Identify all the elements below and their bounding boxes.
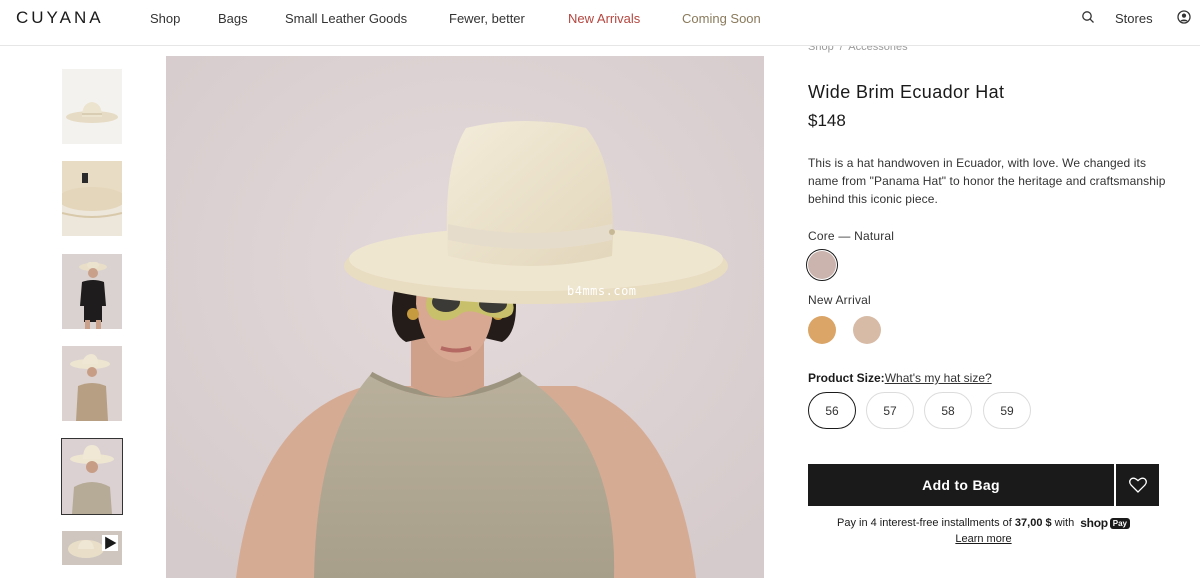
nav-fewer-better[interactable]: Fewer, better bbox=[449, 11, 525, 26]
model-side-view-image bbox=[62, 346, 122, 421]
size-label-text: Product Size: bbox=[808, 371, 885, 385]
size-option-58[interactable]: 58 bbox=[924, 392, 972, 429]
thumbnail-5[interactable] bbox=[61, 438, 123, 515]
shop-pay-brand: shop bbox=[1080, 516, 1108, 530]
product-description: This is a hat handwoven in Ecuador, with… bbox=[808, 156, 1166, 206]
model-wearing-hat-image bbox=[166, 56, 764, 578]
main-product-image: b4mms.com bbox=[166, 56, 764, 578]
swatch-new-arrival-1[interactable] bbox=[808, 316, 836, 344]
product-size-label: Product Size:What's my hat size? bbox=[808, 371, 992, 385]
model-black-outfit-image bbox=[62, 254, 122, 329]
thumbnail-3[interactable] bbox=[62, 254, 122, 329]
shop-pay-logo: shop Pay bbox=[1080, 516, 1130, 530]
nav-bags[interactable]: Bags bbox=[218, 11, 248, 26]
nav-new-arrivals[interactable]: New Arrivals bbox=[568, 11, 640, 26]
wishlist-button[interactable] bbox=[1116, 464, 1159, 506]
account-icon[interactable] bbox=[1177, 10, 1191, 24]
size-option-59[interactable]: 59 bbox=[983, 392, 1031, 429]
stores-link[interactable]: Stores bbox=[1115, 11, 1153, 26]
product-price: $148 bbox=[808, 111, 846, 130]
thumbnail-video[interactable] bbox=[62, 531, 122, 565]
nav-coming-soon[interactable]: Coming Soon bbox=[682, 11, 761, 26]
installment-info: Pay in 4 interest-free installments of 3… bbox=[808, 516, 1159, 530]
site-header: CUYANA Shop Bags Small Leather Goods Few… bbox=[0, 0, 1200, 46]
installment-prefix: Pay in 4 interest-free installments of bbox=[836, 516, 1012, 529]
installment-amount: 37,00 $ bbox=[1014, 516, 1052, 529]
core-color-label: Core — Natural bbox=[808, 229, 895, 243]
hat-flat-image bbox=[62, 69, 122, 144]
add-to-bag-button[interactable]: Add to Bag bbox=[808, 464, 1114, 506]
swatch-new-arrival-2[interactable] bbox=[853, 316, 881, 344]
watermark-text: b4mms.com bbox=[567, 284, 637, 298]
nav-small-leather-goods[interactable]: Small Leather Goods bbox=[285, 11, 407, 26]
brand-logo[interactable]: CUYANA bbox=[16, 8, 104, 28]
heart-icon bbox=[1128, 477, 1147, 493]
size-option-57[interactable]: 57 bbox=[866, 392, 914, 429]
installment-with: with bbox=[1054, 516, 1075, 529]
thumbnail-1[interactable] bbox=[62, 69, 122, 144]
hat-top-image bbox=[62, 161, 122, 236]
search-icon[interactable] bbox=[1081, 10, 1095, 24]
nav-shop[interactable]: Shop bbox=[150, 11, 180, 26]
play-icon[interactable] bbox=[102, 535, 118, 551]
shop-pay-badge: Pay bbox=[1109, 517, 1130, 529]
new-arrival-label: New Arrival bbox=[808, 293, 871, 307]
swatch-core-natural[interactable] bbox=[808, 251, 836, 279]
size-guide-link[interactable]: What's my hat size? bbox=[885, 371, 992, 385]
thumbnail-2[interactable] bbox=[62, 161, 122, 236]
size-option-56[interactable]: 56 bbox=[808, 392, 856, 429]
thumbnail-4[interactable] bbox=[62, 346, 122, 421]
model-front-view-image bbox=[62, 439, 122, 514]
learn-more-link[interactable]: Learn more bbox=[808, 533, 1159, 545]
product-title: Wide Brim Ecuador Hat bbox=[808, 82, 1005, 102]
